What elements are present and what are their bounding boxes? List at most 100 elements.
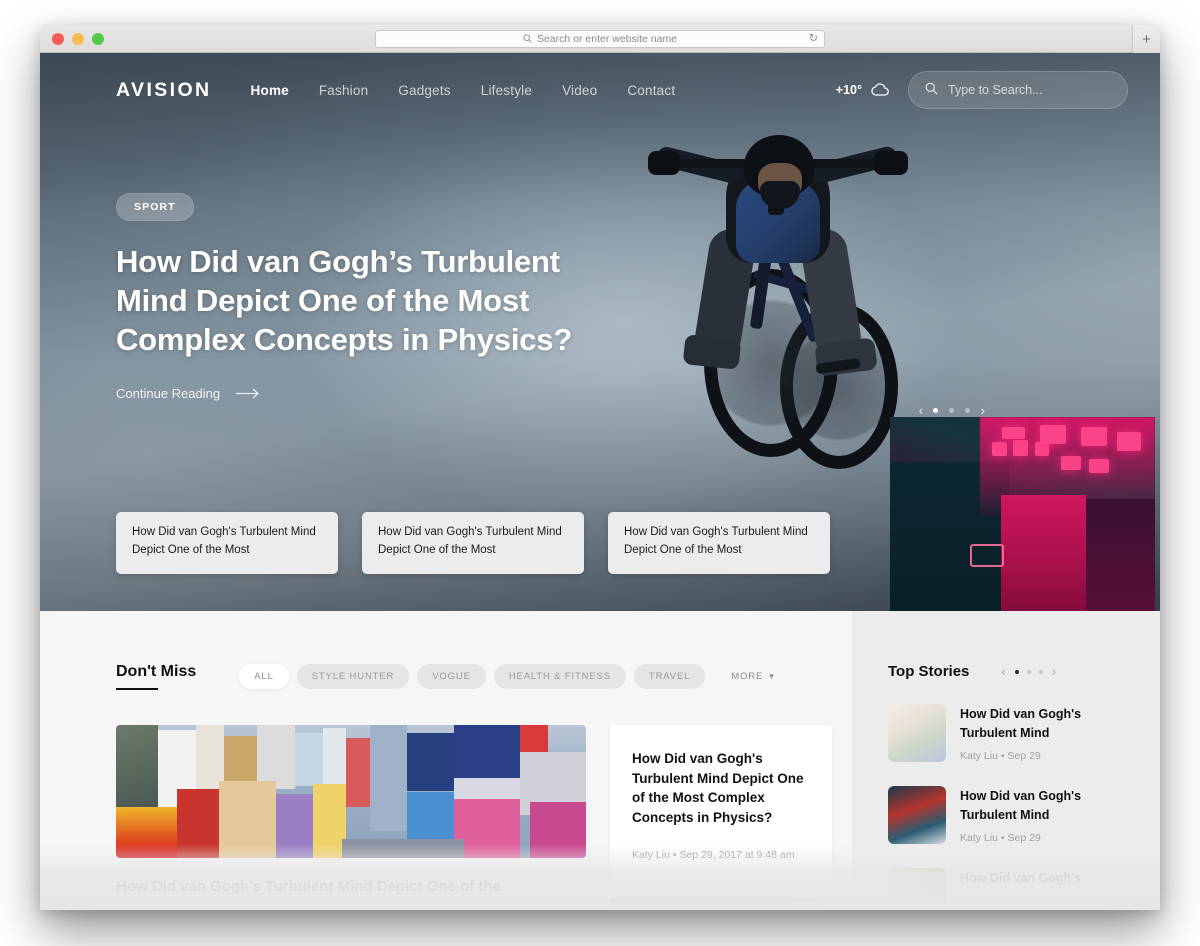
browser-titlebar: Search or enter website name ↻ +	[40, 25, 1160, 53]
dont-miss-feature-title: How Did van Gogh's Turbulent Mind Depict…	[116, 878, 501, 895]
top-stories-dot-1[interactable]	[1014, 669, 1019, 674]
meta-separator: •	[1000, 831, 1005, 844]
main-navigation: Home Fashion Gadgets Lifestyle Video Con…	[251, 83, 676, 98]
meta-separator: •	[1000, 749, 1005, 762]
dont-miss-column: Don't Miss ALL STYLE HUNTER VOGUE HEALTH…	[40, 611, 852, 910]
author-name: Katy Liu	[960, 749, 998, 762]
times-square-image	[116, 725, 586, 858]
nav-item-home[interactable]: Home	[251, 83, 289, 98]
hero-continue-reading-link[interactable]: Continue Reading	[116, 386, 586, 401]
list-item[interactable]: How Did van Gogh's Turbulent Mind Katy L…	[888, 786, 1132, 844]
site-header: AVISION Home Fashion Gadgets Lifestyle V…	[40, 53, 1160, 127]
cloud-icon	[870, 83, 890, 97]
top-stories-header: Top Stories ‹ ›	[888, 663, 1132, 680]
address-bar-placeholder: Search or enter website name	[536, 32, 678, 45]
hero-category-badge[interactable]: SPORT	[116, 193, 194, 221]
dont-miss-row: How Did van Gogh's Turbulent Mind Depict…	[116, 725, 852, 910]
more-filters-button[interactable]: MORE ▾	[731, 671, 774, 682]
nav-item-fashion[interactable]: Fashion	[319, 83, 368, 98]
close-window-button[interactable]	[52, 32, 64, 45]
address-bar[interactable]: Search or enter website name ↻	[375, 29, 825, 48]
top-stories-title: Top Stories	[888, 663, 970, 680]
list-item[interactable]: How Did van Gogh's Turbulent Mind Katy L…	[888, 704, 1132, 762]
story-body: How Did van Gogh's Turbulent Mind Katy L…	[960, 786, 1132, 844]
author-name: Katy Liu	[960, 831, 998, 844]
traffic-lights	[52, 32, 104, 45]
header-right-group: +10° Type to Search...	[836, 71, 1128, 109]
chevron-down-icon: ▾	[769, 671, 775, 681]
story-thumbnail	[888, 704, 946, 762]
filter-pill-travel[interactable]: TRAVEL	[633, 664, 706, 689]
nav-item-gadgets[interactable]: Gadgets	[398, 83, 450, 98]
category-filter-group: ALL STYLE HUNTER VOGUE HEALTH & FITNESS …	[239, 664, 706, 689]
site-search-placeholder: Type to Search...	[948, 83, 1043, 97]
hero-card[interactable]: How Did van Gogh's Turbulent Mind Depict…	[362, 512, 584, 574]
dont-miss-feature-article[interactable]: How Did van Gogh's Turbulent Mind Depict…	[116, 725, 586, 910]
hero-title[interactable]: How Did van Gogh’s Turbulent Mind Depict…	[116, 243, 586, 359]
top-stories-prev[interactable]: ‹	[1001, 665, 1005, 678]
hero-card[interactable]: How Did van Gogh's Turbulent Mind Depict…	[116, 512, 338, 574]
hero-carousel-dot-1[interactable]	[933, 407, 939, 413]
top-stories-dot-3[interactable]	[1038, 669, 1043, 674]
hero-carousel-dot-3[interactable]	[965, 407, 971, 413]
hero-bmx-rider-image	[640, 133, 920, 533]
hero-card-strip: How Did van Gogh's Turbulent Mind Depict…	[116, 512, 830, 574]
filter-pill-style-hunter[interactable]: STYLE HUNTER	[296, 664, 410, 689]
list-item[interactable]: How Did van Gogh's	[888, 868, 1132, 910]
arrow-right-icon	[236, 388, 262, 399]
hero-text-block: SPORT How Did van Gogh’s Turbulent Mind …	[116, 193, 586, 401]
dont-miss-card-title: How Did van Gogh's Turbulent Mind Depict…	[632, 751, 804, 825]
hero-neon-city-image[interactable]	[890, 417, 1155, 611]
hero-cta-label: Continue Reading	[116, 386, 221, 402]
minimize-window-button[interactable]	[72, 32, 84, 45]
zoom-window-button[interactable]	[92, 32, 104, 45]
nav-item-contact[interactable]: Contact	[627, 83, 675, 98]
top-stories-sidebar: Top Stories ‹ › How Did van Gogh's Turbu…	[852, 611, 1160, 910]
filter-pill-vogue[interactable]: VOGUE	[417, 664, 486, 689]
hero-card[interactable]: How Did van Gogh's Turbulent Mind Depict…	[608, 512, 830, 574]
nav-item-lifestyle[interactable]: Lifestyle	[481, 83, 532, 98]
hero-carousel-controls: ‹ ›	[919, 403, 985, 417]
story-body: How Did van Gogh's	[960, 868, 1081, 888]
weather-widget: +10°	[836, 83, 890, 97]
author-name: Katy Liu	[632, 849, 670, 862]
filter-pill-health-fitness[interactable]: HEALTH & FITNESS	[493, 664, 626, 689]
story-title: How Did van Gogh's Turbulent Mind	[960, 707, 1082, 740]
publish-date: Sep 29	[1007, 749, 1041, 762]
hero-carousel-next[interactable]: ›	[980, 403, 985, 417]
page-viewport: AVISION Home Fashion Gadgets Lifestyle V…	[40, 53, 1160, 910]
story-thumbnail	[888, 868, 946, 910]
story-thumbnail	[888, 786, 946, 844]
hero-carousel-prev[interactable]: ‹	[919, 403, 924, 417]
more-label: MORE	[731, 671, 764, 682]
story-body: How Did van Gogh's Turbulent Mind Katy L…	[960, 704, 1132, 762]
story-meta: Katy Liu • Sep 29	[960, 832, 1132, 844]
site-logo[interactable]: AVISION	[116, 79, 212, 102]
story-title: How Did van Gogh's Turbulent Mind	[960, 789, 1082, 822]
dont-miss-article-card[interactable]: How Did van Gogh's Turbulent Mind Depict…	[610, 725, 832, 884]
browser-window: Search or enter website name ↻ + AVISION…	[40, 25, 1160, 910]
page-title: Don't Miss	[116, 663, 196, 690]
dont-miss-side-column: How Did van Gogh's Turbulent Mind Depict…	[610, 725, 832, 910]
filter-pill-all[interactable]: ALL	[239, 664, 289, 689]
dont-miss-header: Don't Miss ALL STYLE HUNTER VOGUE HEALTH…	[116, 663, 852, 690]
weather-temperature: +10°	[835, 83, 862, 97]
top-stories-next[interactable]: ›	[1052, 665, 1056, 678]
publish-date: Sep 29	[1007, 831, 1041, 844]
meta-separator: •	[672, 849, 677, 862]
new-tab-button[interactable]: +	[1132, 25, 1160, 53]
nav-item-video[interactable]: Video	[562, 83, 597, 98]
publish-date: Sep 29, 2017 at 9:48 am	[679, 849, 795, 862]
search-icon	[925, 82, 938, 98]
dont-miss-next-article-image[interactable]	[610, 897, 832, 910]
top-stories-dot-2[interactable]	[1026, 669, 1031, 674]
content-section: Don't Miss ALL STYLE HUNTER VOGUE HEALTH…	[40, 611, 1160, 910]
hero-section: AVISION Home Fashion Gadgets Lifestyle V…	[40, 53, 1160, 611]
neon-glasses-sign	[969, 544, 1004, 567]
top-stories-carousel-controls: ‹ ›	[1001, 665, 1056, 678]
reload-icon[interactable]: ↻	[809, 33, 818, 44]
story-meta: Katy Liu • Sep 29	[960, 750, 1132, 762]
site-search-input[interactable]: Type to Search...	[908, 71, 1128, 109]
hero-carousel-dot-2[interactable]	[949, 407, 955, 413]
top-stories-dots	[1014, 669, 1043, 674]
